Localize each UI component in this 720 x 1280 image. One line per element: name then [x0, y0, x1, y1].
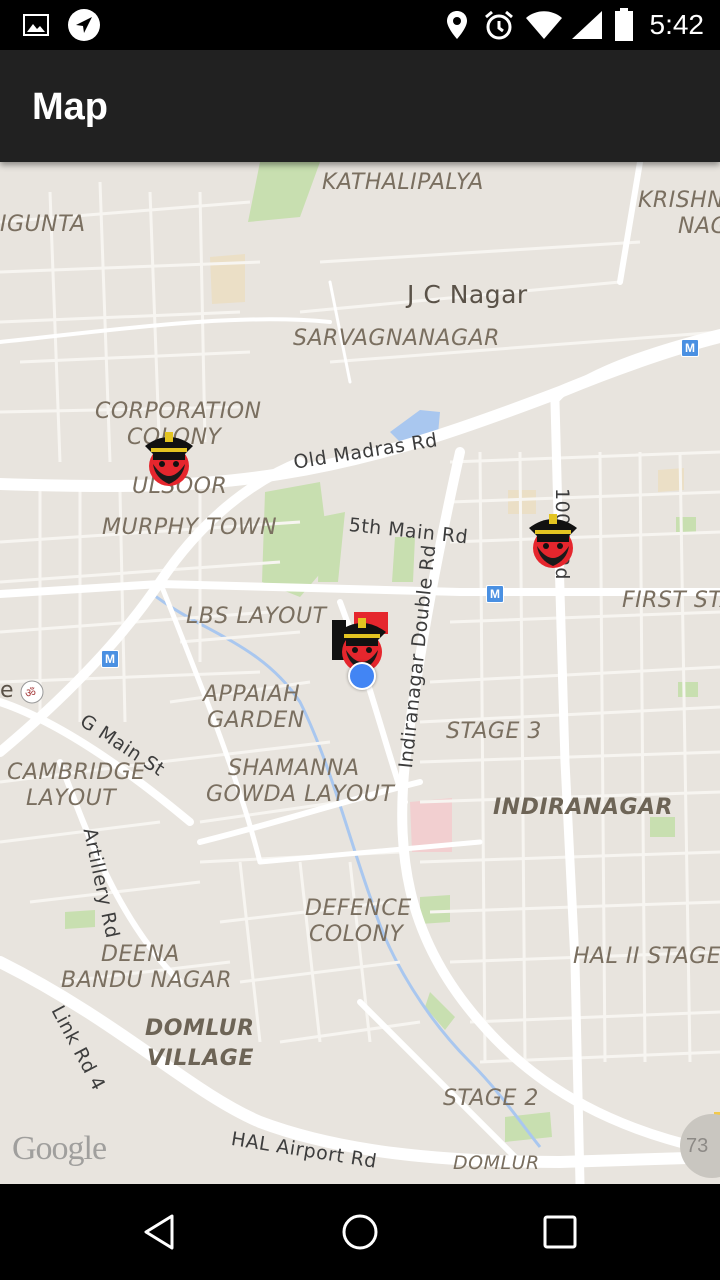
map-label: SHAMANNA: [228, 756, 360, 781]
map-label: STAGE 3: [446, 719, 542, 744]
police-marker-100ft-rd[interactable]: [523, 506, 583, 570]
map-label: BANDU NAGAR: [61, 968, 233, 993]
metro-icon: M: [486, 585, 504, 603]
map-label: NAG: [678, 214, 720, 239]
location-icon: [444, 0, 470, 50]
map-label: J C Nagar: [407, 280, 528, 309]
park-area: [678, 682, 698, 697]
park-area: [505, 1112, 552, 1142]
map-label: GOWDA LAYOUT: [206, 782, 395, 807]
app-bar: Map: [0, 50, 720, 162]
navigation-bar: [0, 1184, 720, 1280]
my-location-dot: [348, 662, 376, 690]
metro-icon: M: [101, 650, 119, 668]
map-label: HAL II STAGE: [573, 944, 720, 969]
wifi-icon: [524, 0, 564, 50]
status-bar: 5:42: [0, 0, 720, 50]
page-title: Map: [32, 86, 108, 128]
map-label: DEFENCE: [305, 896, 412, 921]
navigation-icon: [66, 0, 102, 50]
map-label: GARDEN: [207, 708, 305, 733]
police-officer-icon: [529, 514, 577, 568]
map-label: e: [0, 678, 15, 703]
metro-icon: M: [681, 339, 699, 357]
map-label: DEENA: [101, 942, 180, 967]
battery-icon: [612, 0, 636, 50]
signal-icon: [570, 0, 604, 50]
park-area: [318, 512, 345, 582]
back-button[interactable]: [100, 1184, 220, 1280]
map-label: CORPORATION: [95, 399, 262, 424]
map-label: VILLAGE: [147, 1046, 254, 1071]
map-label: KATHALIPALYA: [322, 170, 484, 195]
police-officer-icon: [145, 432, 193, 486]
map-label: STAGE 2: [443, 1086, 539, 1111]
map-label: APPAIAH: [203, 682, 301, 707]
map-label: MURPHY TOWN: [102, 515, 278, 540]
alarm-icon: [482, 0, 516, 50]
map-label: CAMBRIDGE: [7, 760, 146, 785]
map-label: LAYOUT: [26, 786, 117, 811]
recents-button[interactable]: [500, 1184, 620, 1280]
map-label: DOMLUR: [145, 1016, 255, 1041]
map-view[interactable]: ॐ M M M KATHALIPALYA KRISHNA NAG IGUNTA …: [0, 162, 720, 1184]
park-area: [65, 910, 95, 929]
home-icon: [342, 1214, 378, 1250]
park-area: [676, 517, 696, 532]
park-area: [650, 817, 675, 837]
map-label: INDIRANAGAR: [493, 795, 673, 820]
back-icon: [144, 1214, 174, 1250]
svg-text:ॐ: ॐ: [25, 686, 36, 700]
map-label: COLONY: [309, 922, 404, 947]
image-icon: [22, 0, 50, 50]
recents-icon: [543, 1215, 577, 1249]
map-label: IGUNTA: [0, 212, 86, 237]
clock: 5:42: [649, 9, 705, 40]
map-label: LBS LAYOUT: [186, 604, 327, 629]
police-marker-ulsoor[interactable]: [139, 424, 199, 488]
park-area: [425, 992, 455, 1030]
map-label: SARVAGNANAGAR: [293, 326, 500, 351]
park-area: [420, 895, 450, 924]
map-label: DOMLUR: [453, 1152, 540, 1174]
map-label: KRISHNA: [638, 188, 720, 213]
park-area: [392, 537, 415, 582]
home-button[interactable]: [300, 1184, 420, 1280]
map-label: FIRST STA: [622, 588, 720, 613]
park-area: [248, 162, 320, 222]
google-logo: Google: [12, 1130, 107, 1167]
